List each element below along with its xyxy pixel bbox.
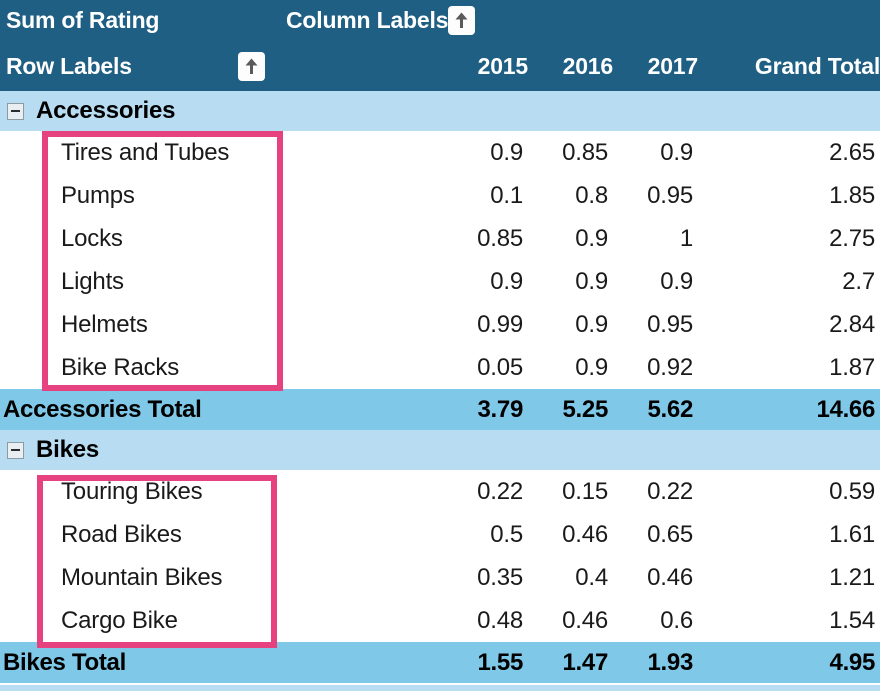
- column-header-2015[interactable]: 2015: [442, 41, 528, 91]
- cell-2016: 0.8: [528, 174, 613, 217]
- cell-2017: 0.6: [613, 599, 698, 642]
- total-grand-total: 4.95: [698, 642, 880, 683]
- cell-2016: 0.4: [528, 556, 613, 599]
- cell-2016: 0.9: [528, 346, 613, 389]
- total-row-bikes: Bikes Total 1.55 1.47 1.93 4.95: [0, 642, 880, 683]
- table-row[interactable]: Tires and Tubes 0.9 0.85 0.9 2.65: [0, 131, 880, 174]
- cell-2017: 0.95: [613, 303, 698, 346]
- cell-2015: 0.05: [442, 346, 528, 389]
- table-row[interactable]: Mountain Bikes 0.35 0.4 0.46 1.21: [0, 556, 880, 599]
- cell-2016: 0.46: [528, 599, 613, 642]
- cell-2017: 0.95: [613, 174, 698, 217]
- pivot-header-top-row: Sum of Rating Column Labels: [0, 0, 880, 41]
- cell-grand-total: 1.54: [698, 599, 880, 642]
- row-label: Tires and Tubes: [0, 131, 442, 174]
- cell-2015: 0.9: [442, 131, 528, 174]
- row-label: Locks: [0, 217, 442, 260]
- cell-2017: 0.9: [613, 260, 698, 303]
- row-label: Touring Bikes: [0, 470, 442, 513]
- cell-2017: 0.22: [613, 470, 698, 513]
- cell-2016: 0.46: [528, 513, 613, 556]
- row-labels-label: Row Labels: [6, 52, 132, 79]
- sort-ascending-arrow-icon: [244, 57, 259, 76]
- column-header-2017[interactable]: 2017: [613, 41, 698, 91]
- minus-square-icon[interactable]: [7, 441, 24, 459]
- total-2015: 3.79: [442, 389, 528, 430]
- table-row[interactable]: Lights 0.9 0.9 0.9 2.7: [0, 260, 880, 303]
- cell-2015: 0.1: [442, 174, 528, 217]
- group-row-accessories[interactable]: Accessories: [0, 91, 880, 131]
- cell-2015: 0.48: [442, 599, 528, 642]
- total-2016: 1.47: [528, 642, 613, 683]
- cell-2015: 0.22: [442, 470, 528, 513]
- cell-2017: 0.46: [613, 556, 698, 599]
- column-header-2016[interactable]: 2016: [528, 41, 613, 91]
- cell-grand-total: 0.59: [698, 470, 880, 513]
- cell-2017: 1: [613, 217, 698, 260]
- row-labels-sort-button[interactable]: [238, 51, 265, 81]
- total-2017: 5.62: [613, 389, 698, 430]
- cell-grand-total: 1.85: [698, 174, 880, 217]
- group-row-accessories-cell: Accessories: [0, 91, 880, 131]
- pivot-table-root: Sum of Rating Column Labels Row Labels 2…: [0, 0, 880, 691]
- cell-2016: 0.85: [528, 131, 613, 174]
- row-label: Helmets: [0, 303, 442, 346]
- group-row-bikes-cell: Bikes: [0, 430, 880, 470]
- cell-2017: 0.65: [613, 513, 698, 556]
- cell-2015: 0.9: [442, 260, 528, 303]
- cell-2015: 0.85: [442, 217, 528, 260]
- table-row[interactable]: Touring Bikes 0.22 0.15 0.22 0.59: [0, 470, 880, 513]
- value-field-label: Sum of Rating: [6, 7, 160, 33]
- column-header-grand-total[interactable]: Grand Total: [698, 41, 880, 91]
- bottom-edge-strip: [0, 685, 880, 691]
- column-labels-sort-button[interactable]: [448, 6, 476, 35]
- table-row[interactable]: Bike Racks 0.05 0.9 0.92 1.87: [0, 346, 880, 389]
- cell-2017: 0.92: [613, 346, 698, 389]
- table-row[interactable]: Road Bikes 0.5 0.46 0.65 1.61: [0, 513, 880, 556]
- total-2015: 1.55: [442, 642, 528, 683]
- cell-2015: 0.5: [442, 513, 528, 556]
- cell-grand-total: 2.65: [698, 131, 880, 174]
- row-label: Pumps: [0, 174, 442, 217]
- pivot-header-columns-row: Row Labels 2015 2016 2017 Grand Total: [0, 41, 880, 91]
- cell-2016: 0.9: [528, 260, 613, 303]
- table-row[interactable]: Helmets 0.99 0.9 0.95 2.84: [0, 303, 880, 346]
- cell-grand-total: 2.75: [698, 217, 880, 260]
- cell-grand-total: 2.84: [698, 303, 880, 346]
- row-label: Bike Racks: [0, 346, 442, 389]
- cell-2016: 0.9: [528, 217, 613, 260]
- total-label: Accessories Total: [0, 389, 442, 430]
- pivot-header-top-cell: Sum of Rating Column Labels: [0, 0, 880, 41]
- row-label: Mountain Bikes: [0, 556, 442, 599]
- cell-2016: 0.9: [528, 303, 613, 346]
- row-label: Road Bikes: [0, 513, 442, 556]
- table-row[interactable]: Pumps 0.1 0.8 0.95 1.85: [0, 174, 880, 217]
- total-2017: 1.93: [613, 642, 698, 683]
- table-row[interactable]: Cargo Bike 0.48 0.46 0.6 1.54: [0, 599, 880, 642]
- cell-grand-total: 2.7: [698, 260, 880, 303]
- row-label: Lights: [0, 260, 442, 303]
- cell-grand-total: 1.21: [698, 556, 880, 599]
- column-labels-label: Column Labels: [286, 7, 449, 33]
- sort-ascending-arrow-icon: [454, 11, 469, 30]
- total-grand-total: 14.66: [698, 389, 880, 430]
- total-2016: 5.25: [528, 389, 613, 430]
- cell-grand-total: 1.61: [698, 513, 880, 556]
- cell-2016: 0.15: [528, 470, 613, 513]
- group-row-bikes[interactable]: Bikes: [0, 430, 880, 470]
- group-label-accessories: Accessories: [36, 97, 176, 124]
- cell-2015: 0.99: [442, 303, 528, 346]
- cell-2015: 0.35: [442, 556, 528, 599]
- row-label: Cargo Bike: [0, 599, 442, 642]
- total-row-accessories: Accessories Total 3.79 5.25 5.62 14.66: [0, 389, 880, 430]
- minus-square-icon[interactable]: [7, 102, 24, 120]
- table-row[interactable]: Locks 0.85 0.9 1 2.75: [0, 217, 880, 260]
- row-labels-header-cell: Row Labels: [0, 41, 442, 91]
- cell-2017: 0.9: [613, 131, 698, 174]
- cell-grand-total: 1.87: [698, 346, 880, 389]
- pivot-table: Sum of Rating Column Labels Row Labels 2…: [0, 0, 880, 683]
- total-label: Bikes Total: [0, 642, 442, 683]
- group-label-bikes: Bikes: [36, 436, 100, 463]
